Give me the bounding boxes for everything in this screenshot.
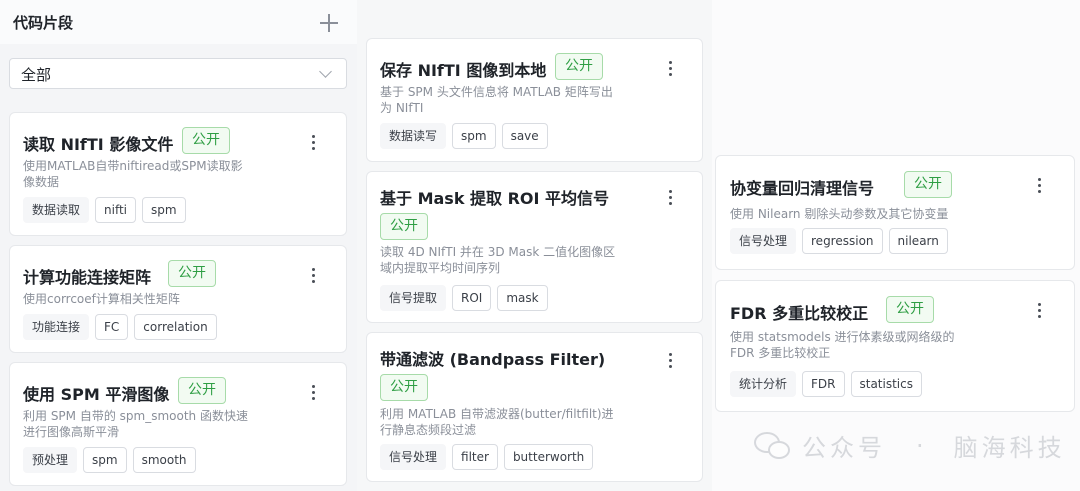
category-tag[interactable]: 统计分析 — [730, 371, 797, 397]
tag-list: 功能连接 FC correlation — [23, 314, 217, 340]
snippet-card-fdr-correction[interactable]: FDR 多重比较校正 公开 使用 statsmodels 进行体素级或网络级的 … — [715, 280, 1075, 412]
card-description-line: 读取 4D NIfTI 并在 3D Mask 二值化图像区 — [380, 245, 616, 259]
public-badge: 公开 — [904, 171, 952, 198]
keyword-tag[interactable]: butterworth — [503, 444, 594, 470]
more-options-icon[interactable] — [308, 383, 320, 401]
card-description: 基于 SPM 头文件信息将 MATLAB 矩阵写出 为 NIfTI — [380, 84, 690, 116]
card-title: 协变量回归清理信号 — [730, 179, 875, 198]
card-description: 利用 MATLAB 自带滤波器(butter/filtfilt)进 行静息态频段… — [380, 406, 690, 438]
card-title: 使用 SPM 平滑图像 — [23, 385, 170, 404]
tag-list: 数据读取 nifti spm — [23, 197, 186, 223]
watermark: 公众号 · 脑海科技 — [754, 428, 1066, 463]
public-badge: 公开 — [886, 296, 934, 323]
card-title: 计算功能连接矩阵 — [23, 268, 152, 287]
card-description-line: 使用 Nilearn 剔除头动参数及其它协变量 — [730, 207, 949, 221]
card-description-line: 利用 SPM 自带的 spm_smooth 函数快速 — [23, 409, 248, 423]
card-description: 利用 SPM 自带的 spm_smooth 函数快速 进行图像高斯平滑 — [23, 408, 333, 440]
card-description-line: 为 NIfTI — [380, 101, 424, 115]
keyword-tag[interactable]: spm — [83, 447, 127, 473]
keyword-tag[interactable]: nilearn — [888, 228, 948, 254]
snippet-card-read-nifti[interactable]: 读取 NIfTI 影像文件 公开 使用MATLAB自带niftiread或SPM… — [9, 112, 347, 236]
card-title: 基于 Mask 提取 ROI 平均信号 — [380, 189, 610, 208]
keyword-tag[interactable]: filter — [452, 444, 498, 470]
card-description-line: 基于 SPM 头文件信息将 MATLAB 矩阵写出 — [380, 85, 613, 99]
public-badge: 公开 — [555, 53, 603, 80]
tag-list: 信号处理 regression nilearn — [730, 228, 948, 254]
card-description-line: 行静息态频段过滤 — [380, 423, 477, 437]
card-description-line: 利用 MATLAB 自带滤波器(butter/filtfilt)进 — [380, 407, 614, 421]
keyword-tag[interactable]: ROI — [452, 285, 492, 311]
category-tag[interactable]: 信号提取 — [380, 285, 447, 311]
public-badge: 公开 — [182, 127, 230, 154]
panel-title: 代码片段 — [13, 14, 74, 32]
card-description-line: FDR 多重比较校正 — [730, 346, 831, 360]
snippet-card-covariate-regression[interactable]: 协变量回归清理信号 公开 使用 Nilearn 剔除头动参数及其它协变量 信号处… — [715, 155, 1075, 270]
keyword-tag[interactable]: smooth — [132, 447, 196, 473]
card-description: 使用 statsmodels 进行体素级或网络级的 FDR 多重比较校正 — [730, 329, 1060, 361]
add-snippet-icon[interactable] — [318, 12, 340, 34]
card-description: 使用corrcoef计算相关性矩阵 — [23, 291, 333, 307]
category-tag[interactable]: 信号处理 — [380, 444, 447, 470]
snippet-board: 代码片段 全部 读取 NIfTI 影像文件 公开 使用MATLAB自带nifti… — [0, 0, 1080, 491]
more-options-icon[interactable] — [665, 59, 677, 77]
category-tag[interactable]: 数据读取 — [23, 197, 90, 223]
keyword-tag[interactable]: save — [501, 123, 548, 149]
card-description-line: 使用MATLAB自带niftiread或SPM读取影 — [23, 159, 243, 173]
public-badge: 公开 — [380, 213, 428, 240]
keyword-tag[interactable]: correlation — [134, 314, 217, 340]
tag-list: 预处理 spm smooth — [23, 447, 196, 473]
snippet-card-bandpass[interactable]: 带通滤波 (Bandpass Filter) 公开 利用 MATLAB 自带滤波… — [366, 332, 703, 482]
card-description-line: 使用 statsmodels 进行体素级或网络级的 — [730, 330, 955, 344]
wechat-icon — [754, 430, 792, 462]
keyword-tag[interactable]: spm — [452, 123, 496, 149]
watermark-label: 公众号 — [802, 434, 886, 462]
more-options-icon[interactable] — [1034, 301, 1046, 319]
keyword-tag[interactable]: FDR — [802, 371, 845, 397]
card-title: FDR 多重比较校正 — [730, 304, 869, 323]
public-badge: 公开 — [168, 260, 216, 287]
category-filter-select[interactable]: 全部 — [9, 58, 347, 89]
snippet-card-fc-matrix[interactable]: 计算功能连接矩阵 公开 使用corrcoef计算相关性矩阵 功能连接 FC co… — [9, 245, 347, 353]
snippet-card-spm-smooth[interactable]: 使用 SPM 平滑图像 公开 利用 SPM 自带的 spm_smooth 函数快… — [9, 362, 347, 486]
snippet-card-roi-signal[interactable]: 基于 Mask 提取 ROI 平均信号 公开 读取 4D NIfTI 并在 3D… — [366, 171, 703, 323]
card-description-line: 使用corrcoef计算相关性矩阵 — [23, 292, 180, 306]
keyword-tag[interactable]: statistics — [850, 371, 922, 397]
panel-header: 代码片段 — [0, 0, 357, 44]
more-options-icon[interactable] — [1034, 176, 1046, 194]
category-tag[interactable]: 信号处理 — [730, 228, 797, 254]
more-options-icon[interactable] — [308, 266, 320, 284]
card-description: 读取 4D NIfTI 并在 3D Mask 二值化图像区 域内提取平均时间序列 — [380, 244, 690, 276]
keyword-tag[interactable]: mask — [497, 285, 548, 311]
card-title: 保存 NIfTI 图像到本地 — [380, 61, 547, 80]
more-options-icon[interactable] — [665, 351, 677, 369]
public-badge: 公开 — [178, 377, 226, 404]
tag-list: 统计分析 FDR statistics — [730, 371, 922, 397]
watermark-separator: · — [916, 431, 924, 460]
card-description-line: 进行图像高斯平滑 — [23, 425, 120, 439]
category-filter-value: 全部 — [21, 66, 52, 84]
watermark-brand: 脑海科技 — [953, 434, 1066, 462]
category-tag[interactable]: 功能连接 — [23, 314, 90, 340]
keyword-tag[interactable]: nifti — [95, 197, 137, 223]
card-description-line: 像数据 — [23, 175, 60, 189]
category-tag[interactable]: 数据读写 — [380, 123, 447, 149]
tag-list: 信号提取 ROI mask — [380, 285, 548, 311]
more-options-icon[interactable] — [665, 188, 677, 206]
category-tag[interactable]: 预处理 — [23, 447, 78, 473]
card-description-line: 域内提取平均时间序列 — [380, 261, 501, 275]
more-options-icon[interactable] — [308, 133, 320, 151]
keyword-tag[interactable]: regression — [802, 228, 883, 254]
keyword-tag[interactable]: FC — [95, 314, 129, 340]
keyword-tag[interactable]: spm — [142, 197, 186, 223]
card-description: 使用MATLAB自带niftiread或SPM读取影 像数据 — [23, 158, 333, 190]
card-description: 使用 Nilearn 剔除头动参数及其它协变量 — [730, 206, 1060, 222]
snippet-card-save-nifti[interactable]: 保存 NIfTI 图像到本地 公开 基于 SPM 头文件信息将 MATLAB 矩… — [366, 38, 703, 162]
card-title: 带通滤波 (Bandpass Filter) — [380, 350, 606, 369]
chevron-down-icon — [319, 65, 332, 78]
tag-list: 信号处理 filter butterworth — [380, 444, 594, 470]
tag-list: 数据读写 spm save — [380, 123, 548, 149]
public-badge: 公开 — [380, 374, 428, 401]
card-title: 读取 NIfTI 影像文件 — [23, 135, 174, 154]
